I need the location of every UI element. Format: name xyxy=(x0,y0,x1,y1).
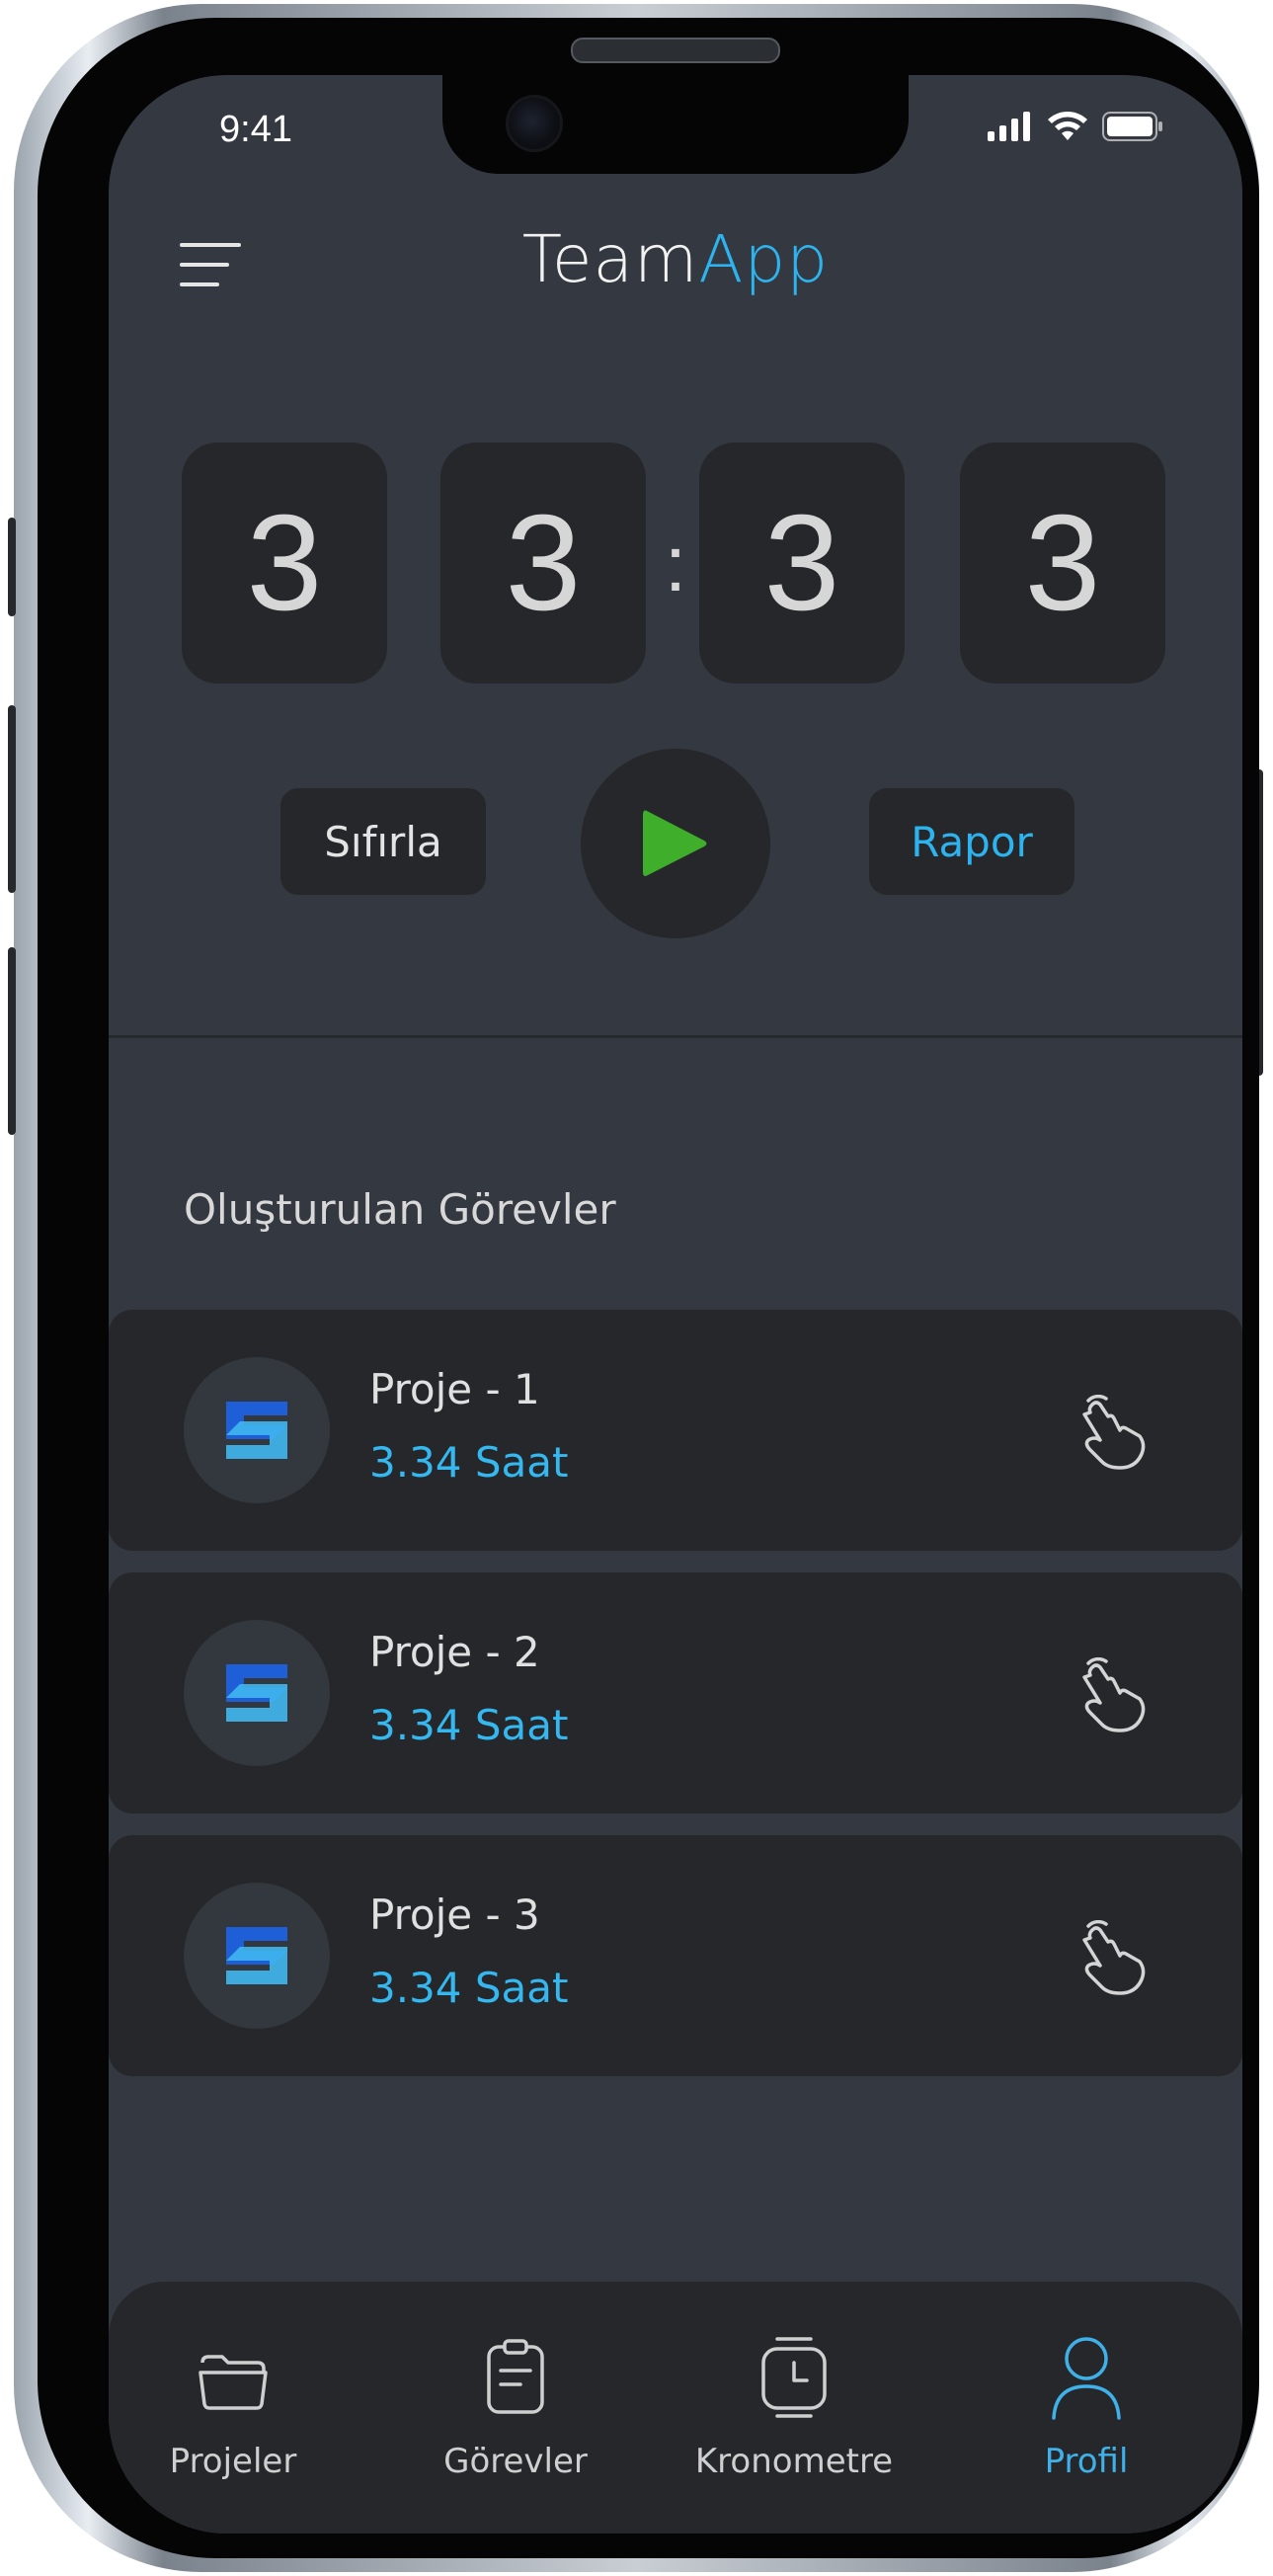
play-icon xyxy=(643,810,707,876)
section-divider xyxy=(109,1035,1242,1038)
report-button[interactable]: Rapor xyxy=(869,788,1074,895)
bezel: 9:41 TeamApp 3 3: 3 3 Sıfırla Rapor Olu… xyxy=(38,18,1259,2558)
nav-item-kronometre[interactable]: Kronometre xyxy=(685,2333,903,2481)
signal-icon xyxy=(988,112,1030,141)
volume-down-button xyxy=(8,947,16,1135)
task-hours: 3.34 Saat xyxy=(369,1964,569,2012)
bottom-nav: Projeler Görevler Kronometre Profil xyxy=(109,2282,1242,2534)
timer-digit-2: 3 xyxy=(440,443,646,684)
nav-label: Kronometre xyxy=(694,2442,894,2481)
task-name: Proje - 2 xyxy=(369,1628,540,1676)
battery-icon xyxy=(1102,112,1162,141)
app-brand: TeamApp xyxy=(109,221,1242,297)
timer-separator: : xyxy=(664,520,687,607)
speaker-grille xyxy=(571,38,780,63)
app-screen: 9:41 TeamApp 3 3: 3 3 Sıfırla Rapor Olu… xyxy=(109,75,1242,2534)
project-logo-icon xyxy=(226,1402,287,1459)
tasks-section-title: Oluşturulan Görevler xyxy=(184,1185,616,1234)
front-camera xyxy=(506,95,563,152)
task-name: Proje - 3 xyxy=(369,1891,540,1939)
play-button[interactable] xyxy=(581,749,770,938)
task-hours: 3.34 Saat xyxy=(369,1701,569,1749)
volume-up-button xyxy=(8,705,16,893)
tap-hand-icon[interactable] xyxy=(1076,1395,1148,1470)
user-icon xyxy=(1052,2337,1121,2420)
brand-part1: Team xyxy=(521,221,699,297)
nav-item-projeler[interactable]: Projeler xyxy=(124,2333,342,2481)
status-icons xyxy=(988,111,1163,142)
nav-item-gorevler[interactable]: Görevler xyxy=(407,2333,624,2481)
task-item-2[interactable]: Proje - 2 3.34 Saat xyxy=(109,1572,1242,1813)
nav-label: Projeler xyxy=(169,2442,297,2481)
reset-button[interactable]: Sıfırla xyxy=(280,788,486,895)
timer-digit-1: 3 xyxy=(182,443,387,684)
notch xyxy=(442,75,909,174)
task-item-1[interactable]: Proje - 1 3.34 Saat xyxy=(109,1310,1242,1551)
timer-digit-3: 3 xyxy=(699,443,905,684)
task-item-3[interactable]: Proje - 3 3.34 Saat xyxy=(109,1835,1242,2076)
task-avatar xyxy=(184,1883,330,2029)
tap-hand-icon[interactable] xyxy=(1076,1920,1148,1995)
task-name: Proje - 1 xyxy=(369,1365,540,1413)
clipboard-icon xyxy=(487,2339,544,2414)
nav-label: Görevler xyxy=(443,2442,588,2481)
phone-frame: 9:41 TeamApp 3 3: 3 3 Sıfırla Rapor Olu… xyxy=(8,4,1263,2572)
silent-switch xyxy=(8,518,16,616)
nav-item-profil[interactable]: Profil xyxy=(978,2333,1195,2481)
task-avatar xyxy=(184,1357,330,1503)
stopwatch-icon xyxy=(761,2337,827,2418)
task-hours: 3.34 Saat xyxy=(369,1438,569,1487)
folder-icon xyxy=(199,2355,268,2410)
timer-digit-4: 3 xyxy=(960,443,1165,684)
project-logo-icon xyxy=(226,1927,287,1984)
task-avatar xyxy=(184,1620,330,1766)
nav-label: Profil xyxy=(1044,2442,1129,2481)
wifi-icon xyxy=(1048,112,1087,140)
brand-part2: App xyxy=(698,221,830,297)
tap-hand-icon[interactable] xyxy=(1076,1657,1148,1732)
status-time: 9:41 xyxy=(219,109,292,150)
project-logo-icon xyxy=(226,1664,287,1722)
